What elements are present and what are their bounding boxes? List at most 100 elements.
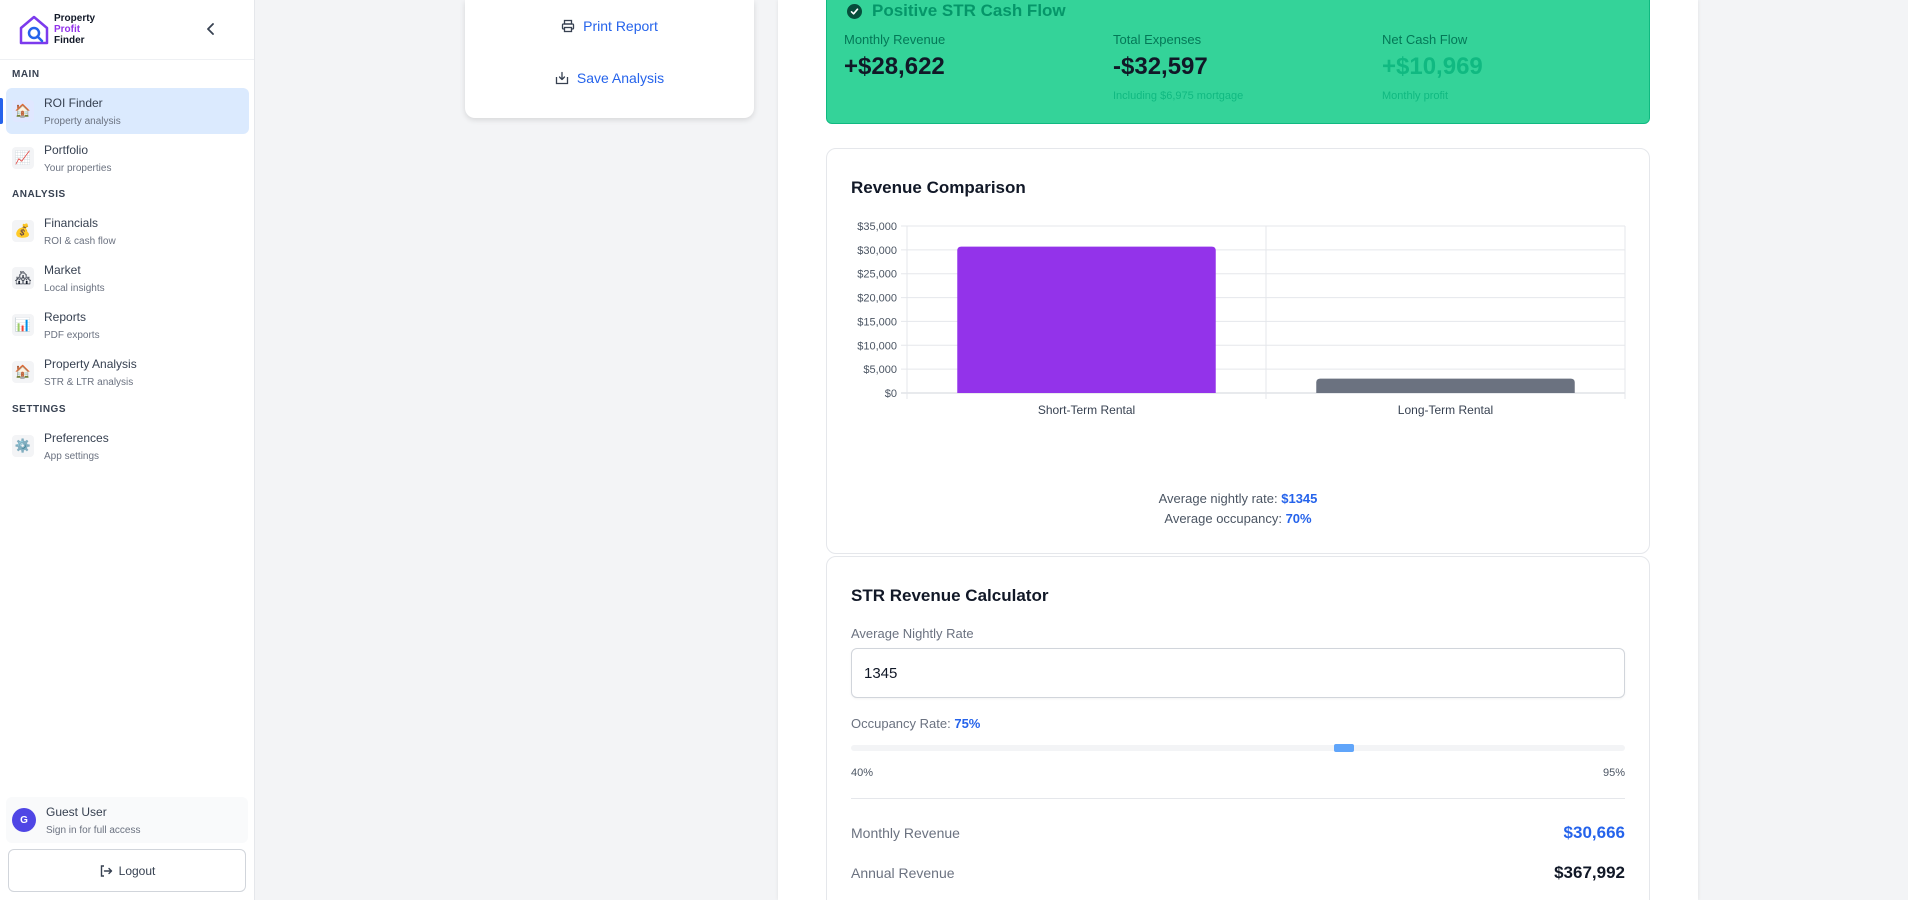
brand-name: Property Profit Finder bbox=[54, 13, 95, 46]
house-icon: 🏠 bbox=[12, 361, 34, 383]
sidebar-item-text: ROI Finder Property analysis bbox=[44, 96, 121, 127]
metric-monthly-revenue: Monthly Revenue +$28,622 bbox=[844, 32, 945, 81]
sidebar-item-subtitle: Your properties bbox=[44, 162, 112, 174]
houses-icon: 🏘 bbox=[12, 267, 34, 289]
brand-line-2: Profit bbox=[54, 24, 81, 35]
y-tick-label: $0 bbox=[885, 388, 897, 400]
metric-subtext: Monthly profit bbox=[1382, 90, 1449, 102]
check-circle-icon bbox=[847, 3, 862, 19]
sidebar-item-subtitle: Property analysis bbox=[44, 115, 121, 127]
sidebar-item-subtitle: STR & LTR analysis bbox=[44, 376, 134, 388]
printer-icon bbox=[561, 19, 575, 33]
user-profile[interactable]: G Guest User Sign in for full access bbox=[6, 797, 248, 843]
divider bbox=[851, 798, 1625, 799]
actions-card: Print Report Save Analysis bbox=[465, 0, 754, 118]
sidebar-item-label: Property Analysis bbox=[44, 356, 137, 371]
nightly-rate-note: Average nightly rate: $1345 bbox=[827, 491, 1649, 506]
sidebar-item-preferences[interactable]: ⚙️ Preferences App settings bbox=[6, 423, 249, 469]
metric-subtext: Including $6,975 mortgage bbox=[1113, 90, 1244, 102]
gear-icon: ⚙️ bbox=[12, 435, 34, 457]
sidebar-item-roi-finder[interactable]: 🏠 ROI Finder Property analysis bbox=[0, 88, 249, 134]
sidebar-item-text: Portfolio Your properties bbox=[44, 143, 111, 174]
str-calculator-card: STR Revenue Calculator Average Nightly R… bbox=[826, 556, 1650, 900]
sidebar-item-label: Preferences bbox=[44, 430, 109, 445]
main-panel: Positive STR Cash Flow Monthly Revenue +… bbox=[778, 0, 1698, 900]
bar-short-term-rental bbox=[957, 246, 1216, 393]
y-tick-label: $25,000 bbox=[857, 269, 897, 281]
annual-revenue-label: Annual Revenue bbox=[851, 865, 955, 881]
print-report-label: Print Report bbox=[583, 18, 658, 34]
occupancy-label: Average occupancy: bbox=[1164, 511, 1282, 526]
x-tick-label: Long-Term Rental bbox=[1398, 403, 1493, 417]
user-info: Guest User Sign in for full access bbox=[46, 805, 141, 836]
sidebar-item-portfolio[interactable]: 📈 Portfolio Your properties bbox=[6, 135, 249, 181]
sidebar-item-label: Market bbox=[44, 262, 81, 277]
section-label: SETTINGS bbox=[12, 404, 67, 415]
section-label: MAIN bbox=[12, 69, 40, 80]
revenue-bar-chart: $0 $5,000 $10,000 $15,000 $20,000 $25,000 $30,… bbox=[857, 221, 1626, 417]
sidebar-item-subtitle: App settings bbox=[44, 450, 100, 462]
sidebar-item-subtitle: ROI & cash flow bbox=[44, 235, 116, 247]
occupancy-value: 70% bbox=[1285, 511, 1312, 526]
download-icon bbox=[555, 71, 569, 85]
y-tick-label: $15,000 bbox=[857, 316, 897, 328]
sidebar-item-text: Property Analysis STR & LTR analysis bbox=[44, 357, 137, 388]
save-analysis-button[interactable]: Save Analysis bbox=[465, 70, 754, 86]
metric-value: +$10,969 bbox=[1382, 53, 1483, 80]
sidebar-item-text: Financials ROI & cash flow bbox=[44, 216, 116, 247]
logout-button[interactable]: Logout bbox=[8, 849, 246, 892]
brand-line-1: Property bbox=[54, 13, 96, 24]
occupancy-rate-value: 75% bbox=[954, 716, 981, 731]
revenue-comparison-title: Revenue Comparison bbox=[851, 178, 1026, 197]
user-subtitle: Sign in for full access bbox=[46, 824, 141, 836]
brand-line-3: Finder bbox=[54, 35, 85, 46]
metric-label: Monthly Revenue bbox=[844, 32, 946, 47]
metric-value: +$28,622 bbox=[844, 53, 945, 80]
section-label: ANALYSIS bbox=[12, 189, 66, 200]
sidebar-item-property-analysis[interactable]: 🏠 Property Analysis STR & LTR analysis bbox=[6, 349, 249, 395]
occupancy-slider-thumb[interactable] bbox=[1333, 744, 1354, 752]
metric-value: -$32,597 bbox=[1113, 53, 1208, 80]
bar-chart-icon: 📊 bbox=[12, 314, 34, 336]
sidebar: Property Profit Finder MAIN 🏠 ROI Finder Pr… bbox=[0, 0, 255, 900]
chevron-left-icon bbox=[207, 23, 214, 35]
occupancy-slider[interactable] bbox=[851, 744, 1625, 752]
sidebar-item-label: ROI Finder bbox=[44, 95, 103, 110]
cash-flow-title: Positive STR Cash Flow bbox=[847, 1, 1066, 21]
save-analysis-label: Save Analysis bbox=[576, 70, 665, 86]
house-icon: 🏠 bbox=[12, 100, 34, 122]
logo-icon bbox=[19, 15, 49, 44]
cash-flow-title-text: Positive STR Cash Flow bbox=[872, 1, 1066, 20]
nightly-rate-input[interactable] bbox=[851, 648, 1625, 698]
metric-total-expenses: Total Expenses -$32,597 Including $6,975… bbox=[1113, 32, 1243, 102]
sidebar-item-label: Reports bbox=[44, 309, 87, 324]
metric-net-cash-flow: Net Cash Flow +$10,969 Monthly profit bbox=[1382, 32, 1483, 102]
print-report-button[interactable]: Print Report bbox=[465, 18, 754, 34]
occupancy-rate-label-text: Occupancy Rate: bbox=[851, 716, 951, 731]
metric-label: Total Expenses bbox=[1113, 32, 1202, 47]
sidebar-item-text: Preferences App settings bbox=[44, 431, 109, 462]
sidebar-item-financials[interactable]: 💰 Financials ROI & cash flow bbox=[6, 208, 249, 254]
sidebar-item-text: Market Local insights bbox=[44, 263, 105, 294]
sidebar-item-label: Portfolio bbox=[44, 142, 89, 157]
sidebar-item-market[interactable]: 🏘 Market Local insights bbox=[6, 255, 249, 301]
calculator-title: STR Revenue Calculator bbox=[851, 586, 1049, 605]
nightly-rate-label: Average nightly rate: bbox=[1158, 491, 1278, 506]
y-tick-label: $35,000 bbox=[857, 221, 897, 233]
collapse-sidebar-button[interactable] bbox=[200, 18, 222, 40]
occupancy-rate-label: Occupancy Rate: 75% bbox=[851, 716, 980, 731]
monthly-revenue-label: Monthly Revenue bbox=[851, 825, 960, 841]
monthly-revenue-value: $30,666 bbox=[1563, 823, 1625, 842]
sidebar-item-label: Financials bbox=[44, 215, 99, 230]
x-tick-label: Short-Term Rental bbox=[1038, 403, 1135, 417]
user-name: Guest User bbox=[46, 804, 107, 819]
cash-flow-card: Positive STR Cash Flow Monthly Revenue +… bbox=[826, 0, 1650, 124]
avatar: G bbox=[12, 808, 36, 832]
slider-max-label: 95% bbox=[1602, 767, 1625, 779]
occupancy-note: Average occupancy: 70% bbox=[827, 511, 1649, 526]
sidebar-item-reports[interactable]: 📊 Reports PDF exports bbox=[6, 302, 249, 348]
sidebar-item-text: Reports PDF exports bbox=[44, 310, 100, 341]
sidebar-item-subtitle: Local insights bbox=[44, 282, 105, 294]
bar-long-term-rental bbox=[1316, 378, 1575, 393]
y-tick-label: $30,000 bbox=[857, 245, 897, 257]
